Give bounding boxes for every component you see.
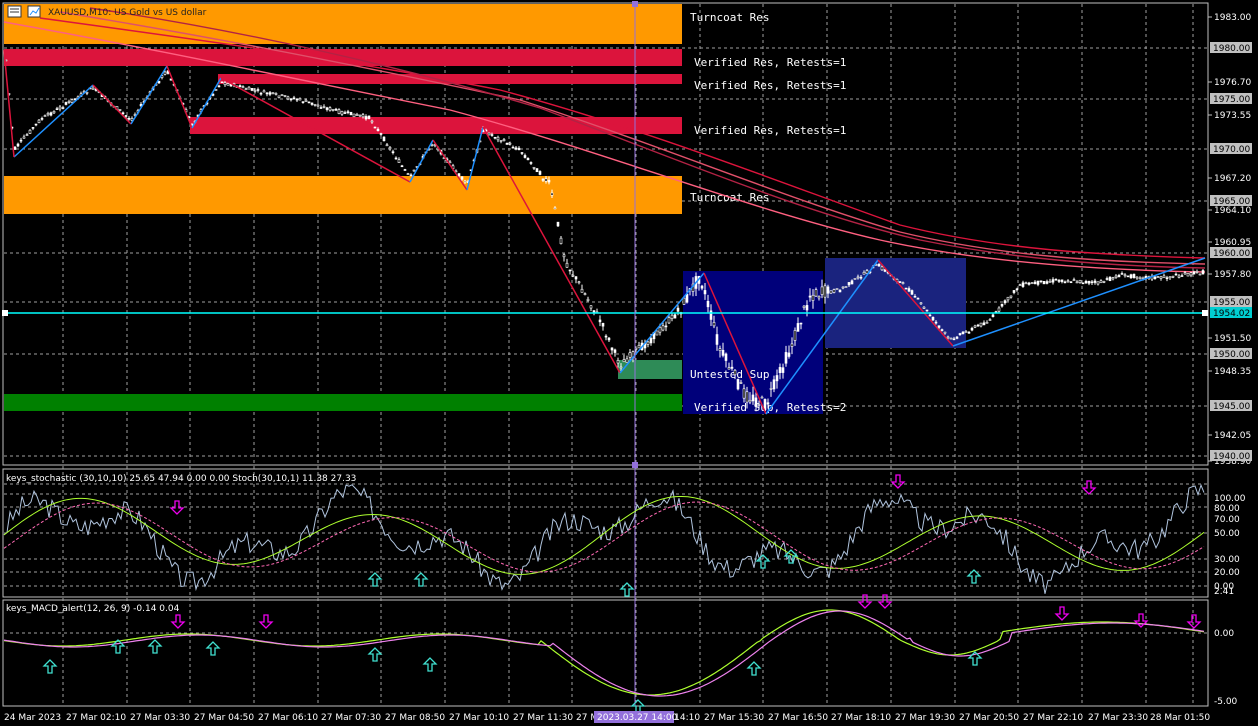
time-tick: 27 Mar 07:30 xyxy=(321,713,381,723)
time-tick: 27 Mar 16:50 xyxy=(768,713,828,723)
macd-level: 2.41 xyxy=(1214,587,1234,597)
time-tick: 27 Mar 10:10 xyxy=(449,713,509,723)
price-tick: 1973.55 xyxy=(1214,111,1251,121)
time-tick: 28 Mar 01:50 xyxy=(1150,713,1210,723)
macd-panel[interactable] xyxy=(2,599,1209,707)
time-tick: 27 Mar 22:10 xyxy=(1023,713,1083,723)
price-line-handle-right[interactable] xyxy=(1202,310,1208,316)
stoch-level: 50.00 xyxy=(1214,529,1240,539)
stoch-level: 70.00 xyxy=(1214,515,1240,525)
price-level-box: 1970.00 xyxy=(1213,145,1250,155)
price-axis: 1983.00 1976.70 1973.55 1967.20 1964.10 1960.… xyxy=(1208,13,1252,467)
price-level-box: 1950.00 xyxy=(1213,350,1250,360)
time-tick: 27 Mar 20:50 xyxy=(959,713,1019,723)
price-tick: 1948.35 xyxy=(1214,367,1251,377)
crosshair-time-label: 2023.03.27 14:00 xyxy=(597,713,678,723)
stoch-level: 100.00 xyxy=(1214,494,1246,504)
stochastic-title: keys_stochastic (30,10,10) 25.65 47.94 0… xyxy=(6,474,356,484)
macd-title: keys_MACD_alert(12, 26, 9) -0.14 0.04 xyxy=(6,604,180,614)
time-tick: 27 Mar 18:10 xyxy=(831,713,891,723)
price-level-box: 1975.00 xyxy=(1213,95,1250,105)
price-tick: 1957.80 xyxy=(1214,270,1251,280)
price-level-box: 1955.00 xyxy=(1213,298,1250,308)
zone-turncoat-res-bottom xyxy=(4,176,682,214)
stoch-level: 20.00 xyxy=(1214,568,1240,578)
price-tick: 1976.70 xyxy=(1214,78,1251,88)
price-tick: 1964.10 xyxy=(1214,206,1251,216)
price-tick: 1983.00 xyxy=(1214,13,1251,23)
zone-verified-sup xyxy=(4,394,682,411)
price-level-box: 1960.00 xyxy=(1213,249,1250,259)
macd-level: 0.00 xyxy=(1214,629,1234,639)
zone-label: Verified Res, Retests=1 xyxy=(694,124,846,137)
crosshair-handle-mid[interactable] xyxy=(632,462,638,468)
time-tick: 27 Mar 03:30 xyxy=(130,713,190,723)
zone-label: Verified Res, Retests=1 xyxy=(694,79,846,92)
time-tick: 27 Mar 08:50 xyxy=(385,713,445,723)
price-tick: 1951.50 xyxy=(1214,334,1251,344)
price-line-handle-left[interactable] xyxy=(2,310,8,316)
time-tick: 27 Mar 06:10 xyxy=(258,713,318,723)
trading-chart[interactable]: Turncoat Res Verified Res, Retests=1 Ver… xyxy=(0,0,1258,726)
price-level-box: 1954.02 xyxy=(1213,309,1250,319)
zone-label: Untested Sup xyxy=(690,368,769,381)
stoch-level: 80.00 xyxy=(1214,504,1240,514)
price-tick: 1967.20 xyxy=(1214,174,1251,184)
price-tick: 1960.95 xyxy=(1214,238,1251,248)
time-tick: 27 Mar 11:30 xyxy=(513,713,573,723)
time-tick: 27 Mar 19:30 xyxy=(895,713,955,723)
symbol-title: XAUUSD,M10: US Gold vs US dollar xyxy=(48,8,207,18)
zone-label: Turncoat Res xyxy=(690,11,769,24)
time-axis: 24 Mar 2023 27 Mar 02:10 27 Mar 03:30 27 Ma… xyxy=(4,711,1210,723)
time-tick: 27 Mar 23:30 xyxy=(1088,713,1148,723)
time-tick: 24 Mar 2023 xyxy=(4,713,61,723)
price-tick: 1942.05 xyxy=(1214,431,1251,441)
time-tick: 27 Mar 04:50 xyxy=(194,713,254,723)
crosshair-handle-top[interactable] xyxy=(632,1,638,7)
price-level-box: 1940.00 xyxy=(1213,452,1250,462)
price-level-box: 1965.00 xyxy=(1213,197,1250,207)
window-header: XAUUSD,M10: US Gold vs US dollar xyxy=(7,5,207,18)
zone-label: Verified Res, Retests=1 xyxy=(694,56,846,69)
indicator-axes: 100.0080.0070.0050.0030.0020.000.002.410… xyxy=(1214,494,1246,707)
price-level-box: 1945.00 xyxy=(1213,402,1250,412)
stoch-level: 30.00 xyxy=(1214,555,1240,565)
time-tick: 27 Mar 15:30 xyxy=(704,713,764,723)
macd-level: -5.00 xyxy=(1214,697,1238,707)
time-tick: 27 Mar 02:10 xyxy=(66,713,126,723)
zone-verified-res-3 xyxy=(190,117,682,134)
price-level-box: 1980.00 xyxy=(1213,44,1250,54)
